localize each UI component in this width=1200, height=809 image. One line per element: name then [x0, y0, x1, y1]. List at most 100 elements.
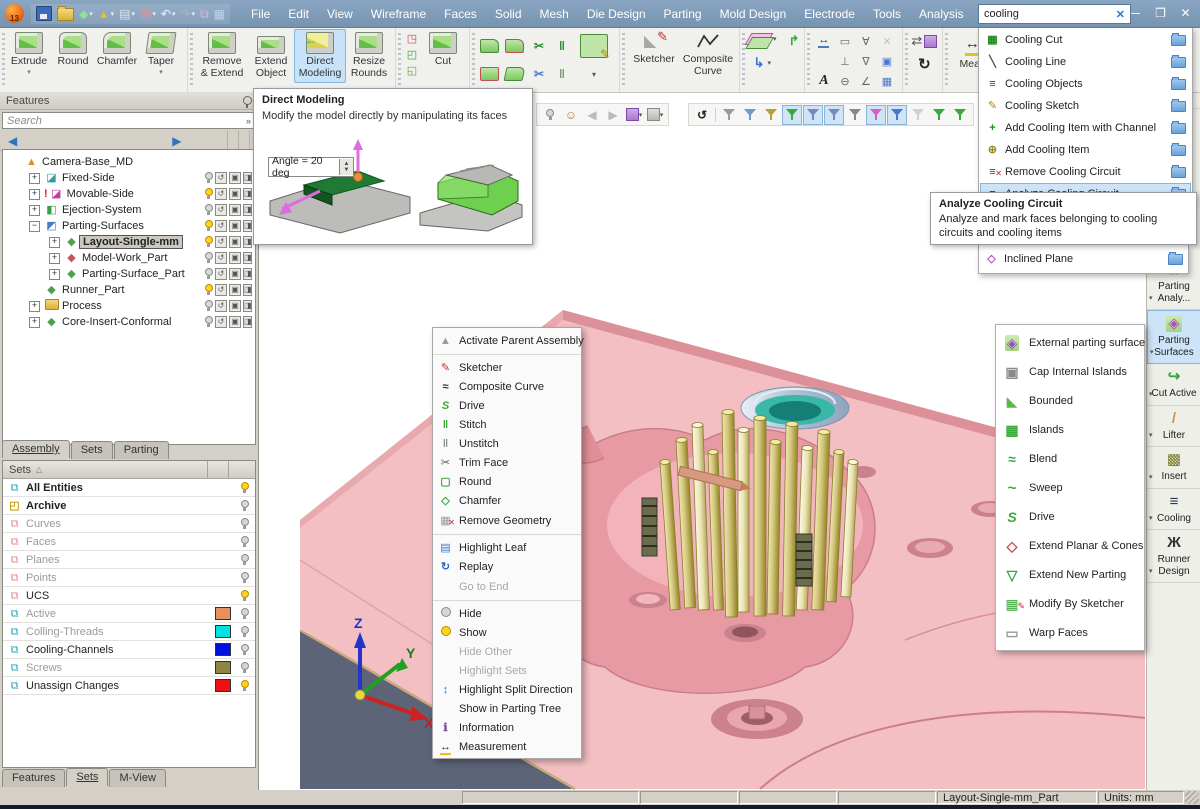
- composite-curve-button[interactable]: Composite Curve: [682, 29, 734, 81]
- tree-search-input[interactable]: Search »: [2, 112, 256, 129]
- face-taper-icon[interactable]: [503, 67, 525, 81]
- parting-menu-item[interactable]: Sweep: [996, 473, 1144, 502]
- text-annotation-icon[interactable]: A: [819, 73, 828, 89]
- suppress-icon[interactable]: ↺: [215, 300, 227, 312]
- context-menu-item[interactable]: Trim Face: [433, 453, 581, 472]
- suppress-icon[interactable]: ↺: [215, 220, 227, 232]
- category-folder-icon[interactable]: [1171, 98, 1186, 112]
- cut-face-icon[interactable]: ◱: [404, 64, 420, 78]
- reference-icon[interactable]: ▣: [229, 204, 241, 216]
- menubar-item[interactable]: Electrode: [795, 1, 864, 27]
- axis-pick-icon[interactable]: ↱: [789, 33, 800, 49]
- face-split-icon[interactable]: ✂: [534, 67, 544, 81]
- notify-icon[interactable]: ◨: [243, 220, 252, 232]
- visibility-bulb-icon[interactable]: [204, 236, 213, 248]
- context-menu-item[interactable]: Activate Parent Assembly: [433, 330, 584, 355]
- undo-button[interactable]: ↶ ▾: [160, 5, 177, 23]
- tree-tab[interactable]: Sets: [70, 441, 113, 459]
- suppress-icon[interactable]: ↺: [215, 284, 227, 296]
- command-search-box[interactable]: cooling ✕: [978, 4, 1131, 24]
- visibility-bulb-icon[interactable]: [240, 553, 249, 566]
- notify-icon[interactable]: ◨: [243, 188, 252, 200]
- chamfer-button[interactable]: Chamfer: [96, 29, 138, 71]
- set-row[interactable]: All Entities: [3, 479, 255, 497]
- category-folder-icon[interactable]: [1171, 32, 1186, 46]
- tree-expand-toggle[interactable]: [29, 220, 40, 232]
- search-result-item[interactable]: Remove Cooling Circuit: [980, 161, 1191, 183]
- category-folder-icon[interactable]: [1171, 76, 1186, 90]
- direct-modeling-button[interactable]: Direct Modeling: [294, 29, 346, 83]
- context-menu-item[interactable]: Go to End: [433, 576, 581, 601]
- notify-icon[interactable]: ◨: [243, 284, 252, 296]
- context-menu-item[interactable]: Composite Curve: [433, 377, 581, 396]
- minimize-button[interactable]: ─: [1123, 0, 1148, 26]
- flyout-arrow-icon[interactable]: ▾: [1149, 390, 1153, 398]
- menubar-item[interactable]: Tools: [864, 1, 910, 27]
- round-button[interactable]: Round: [52, 29, 94, 71]
- sidebar-tool-item[interactable]: Runner Design ▾: [1147, 530, 1200, 583]
- resize-rounds-button[interactable]: Resize Rounds: [348, 29, 390, 83]
- menubar-item[interactable]: Edit: [279, 1, 318, 27]
- set-row[interactable]: Active: [3, 605, 255, 623]
- menubar-item[interactable]: Wireframe: [362, 1, 435, 27]
- set-row[interactable]: Archive: [3, 497, 255, 515]
- search-result-item[interactable]: Cooling Line: [980, 51, 1191, 73]
- leader-dim-icon[interactable]: ⊥: [840, 55, 850, 68]
- notify-icon[interactable]: ◨: [243, 316, 252, 328]
- set-row[interactable]: Planes: [3, 551, 255, 569]
- move-dim-icon[interactable]: ▣: [882, 55, 892, 68]
- set-row[interactable]: Cooling-Channels: [3, 641, 255, 659]
- menubar-item[interactable]: Faces: [435, 1, 486, 27]
- frame-dim-icon[interactable]: ▭: [840, 35, 850, 48]
- parting-menu-item[interactable]: Warp Faces: [996, 618, 1144, 647]
- context-menu-item[interactable]: Replay: [433, 557, 581, 576]
- tree-row[interactable]: ! Parting-Surface_Part ↺ ▣ ◨: [3, 266, 255, 282]
- menubar-item[interactable]: Die Design: [578, 1, 655, 27]
- menubar-item[interactable]: Mesh: [531, 1, 578, 27]
- set-row[interactable]: UCS: [3, 587, 255, 605]
- visibility-bulb-icon[interactable]: [240, 607, 249, 620]
- extrude-button[interactable]: Extrude ▾: [8, 29, 50, 80]
- close-button[interactable]: ✕: [1173, 0, 1198, 26]
- color-swatch[interactable]: [215, 607, 231, 620]
- diameter-dim-icon[interactable]: ⊖: [840, 75, 849, 88]
- redo-button[interactable]: ↷ ▾: [179, 5, 196, 23]
- sidebar-tool-item[interactable]: Cooling ▾: [1147, 489, 1200, 530]
- angle-measure-icon[interactable]: ∠: [861, 75, 871, 88]
- parting-menu-item[interactable]: External parting surface: [996, 328, 1145, 357]
- tree-expand-toggle[interactable]: [49, 252, 60, 264]
- context-menu-item[interactable]: Highlight Sets: [433, 661, 581, 680]
- flyout-arrow-icon[interactable]: ▾: [1149, 431, 1153, 439]
- context-menu-item[interactable]: Hide Other: [433, 642, 581, 661]
- sets-header[interactable]: Sets △: [3, 461, 255, 479]
- ucs-icon[interactable]: ↳: [754, 55, 765, 71]
- tree-tab[interactable]: Assembly: [2, 440, 70, 458]
- visibility-bulb-icon[interactable]: [204, 300, 213, 312]
- context-menu-item[interactable]: Sketcher: [433, 358, 581, 377]
- tree-expand-toggle[interactable]: [29, 300, 40, 312]
- assembly-dropdown[interactable]: ▲ ▾: [97, 5, 115, 23]
- flyout-arrow-icon[interactable]: ▾: [1149, 473, 1153, 481]
- reference-icon[interactable]: ▣: [229, 220, 241, 232]
- face-bound-icon[interactable]: [479, 67, 499, 81]
- search-result-item-overflow[interactable]: Inclined Plane: [978, 245, 1189, 274]
- filter-funnel-button[interactable]: [761, 105, 781, 125]
- set-row[interactable]: Screws: [3, 659, 255, 677]
- sidebar-tool-item[interactable]: Lifter ▾: [1147, 406, 1200, 447]
- filter-funnel-button[interactable]: [740, 105, 760, 125]
- suppress-icon[interactable]: ↺: [215, 252, 227, 264]
- highlight-pick-icon[interactable]: [540, 105, 560, 125]
- tree-back-arrow[interactable]: ◀: [8, 135, 17, 147]
- suppress-icon[interactable]: ↺: [215, 268, 227, 280]
- filter-funnel-button[interactable]: [908, 105, 928, 125]
- reference-icon[interactable]: ▣: [229, 268, 241, 280]
- extend-object-button[interactable]: Extend Object: [250, 29, 292, 83]
- notify-icon[interactable]: ◨: [243, 204, 252, 216]
- tree-row[interactable]: ! Ejection-System ↺ ▣ ◨: [3, 202, 255, 218]
- suppress-icon[interactable]: ↺: [215, 172, 227, 184]
- color-swatch[interactable]: [215, 643, 231, 656]
- panel-tab[interactable]: M-View: [109, 769, 166, 787]
- context-menu-item[interactable]: Unstitch: [433, 434, 581, 453]
- tree-row[interactable]: ! Layout-Single-mm ↺ ▣ ◨: [3, 234, 255, 250]
- unstitch-icon[interactable]: ‖: [559, 67, 565, 81]
